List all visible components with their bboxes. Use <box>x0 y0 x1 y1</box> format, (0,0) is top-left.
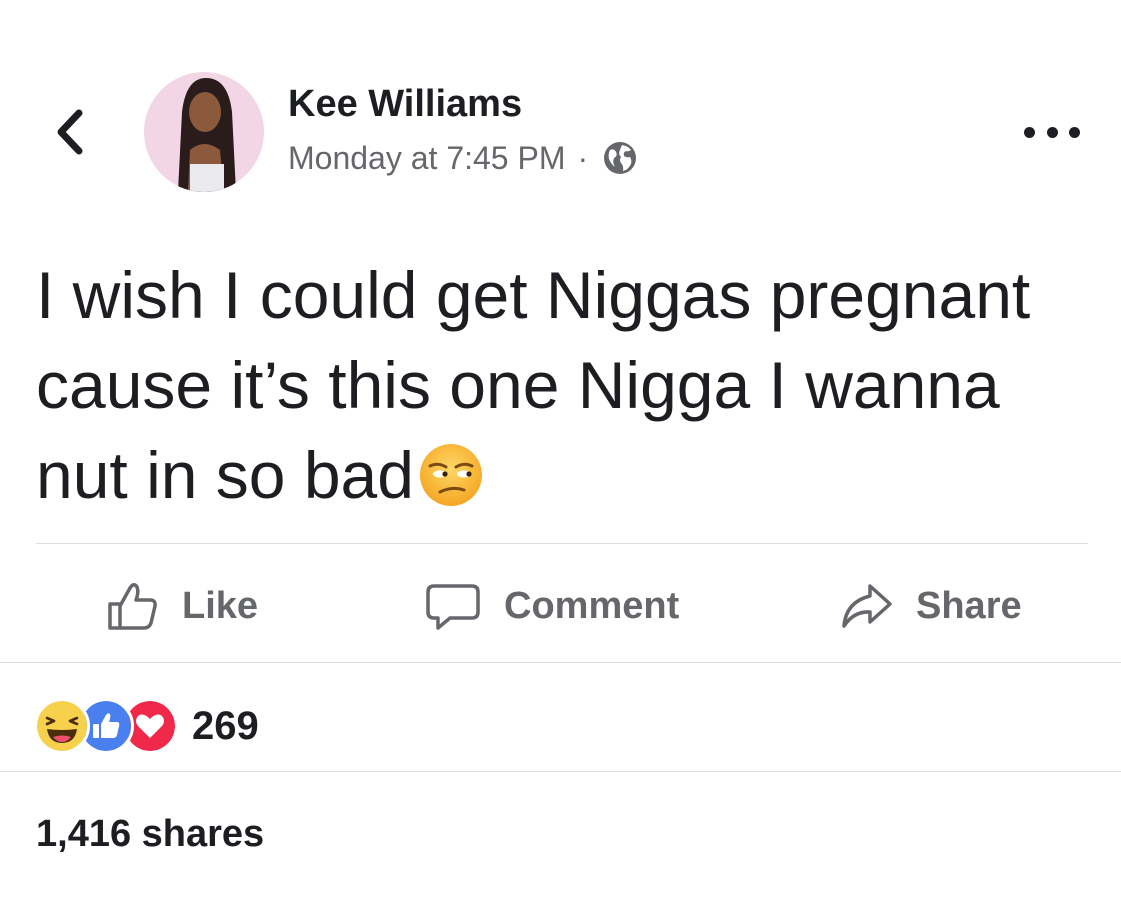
unamused-face-emoji <box>419 444 482 506</box>
comment-icon <box>426 584 480 630</box>
share-button[interactable]: Share <box>838 576 1022 636</box>
thumbs-up-icon <box>108 583 157 630</box>
more-dot <box>1069 126 1080 138</box>
more-options-button[interactable] <box>1024 118 1080 146</box>
divider <box>0 771 1121 772</box>
laugh-reaction-icon <box>34 698 90 754</box>
comment-label: Comment <box>504 584 680 627</box>
post-text: I wish I could get Niggas pregnant cause… <box>36 258 1031 512</box>
share-label: Share <box>916 584 1022 627</box>
globe-icon <box>604 142 637 174</box>
back-button[interactable] <box>48 104 92 160</box>
post-timestamp[interactable]: Monday at 7:45 PM <box>288 136 565 180</box>
post-header: Kee Williams Monday at 7:45 PM · <box>0 0 1121 220</box>
like-label: Like <box>182 584 259 627</box>
reaction-count: 269 <box>192 703 259 748</box>
post-meta: Monday at 7:45 PM · <box>288 136 638 180</box>
more-dot <box>1046 126 1058 138</box>
share-arrow-icon <box>842 584 892 628</box>
like-button[interactable]: Like <box>104 576 258 636</box>
more-dot <box>1024 126 1035 138</box>
post-body: I wish I could get Niggas pregnant cause… <box>36 250 1096 520</box>
author-name[interactable]: Kee Williams <box>288 80 522 128</box>
avatar[interactable] <box>144 72 264 192</box>
reactions-summary[interactable]: 269 <box>34 698 259 754</box>
divider <box>0 662 1121 663</box>
avatar-image <box>144 72 264 192</box>
comment-button[interactable]: Comment <box>424 576 679 636</box>
action-bar: Like Comment Share <box>0 548 1121 662</box>
divider <box>36 543 1088 544</box>
chevron-left-icon <box>57 109 83 155</box>
meta-separator: · <box>577 140 589 176</box>
shares-count[interactable]: 1,416 shares <box>36 810 264 858</box>
